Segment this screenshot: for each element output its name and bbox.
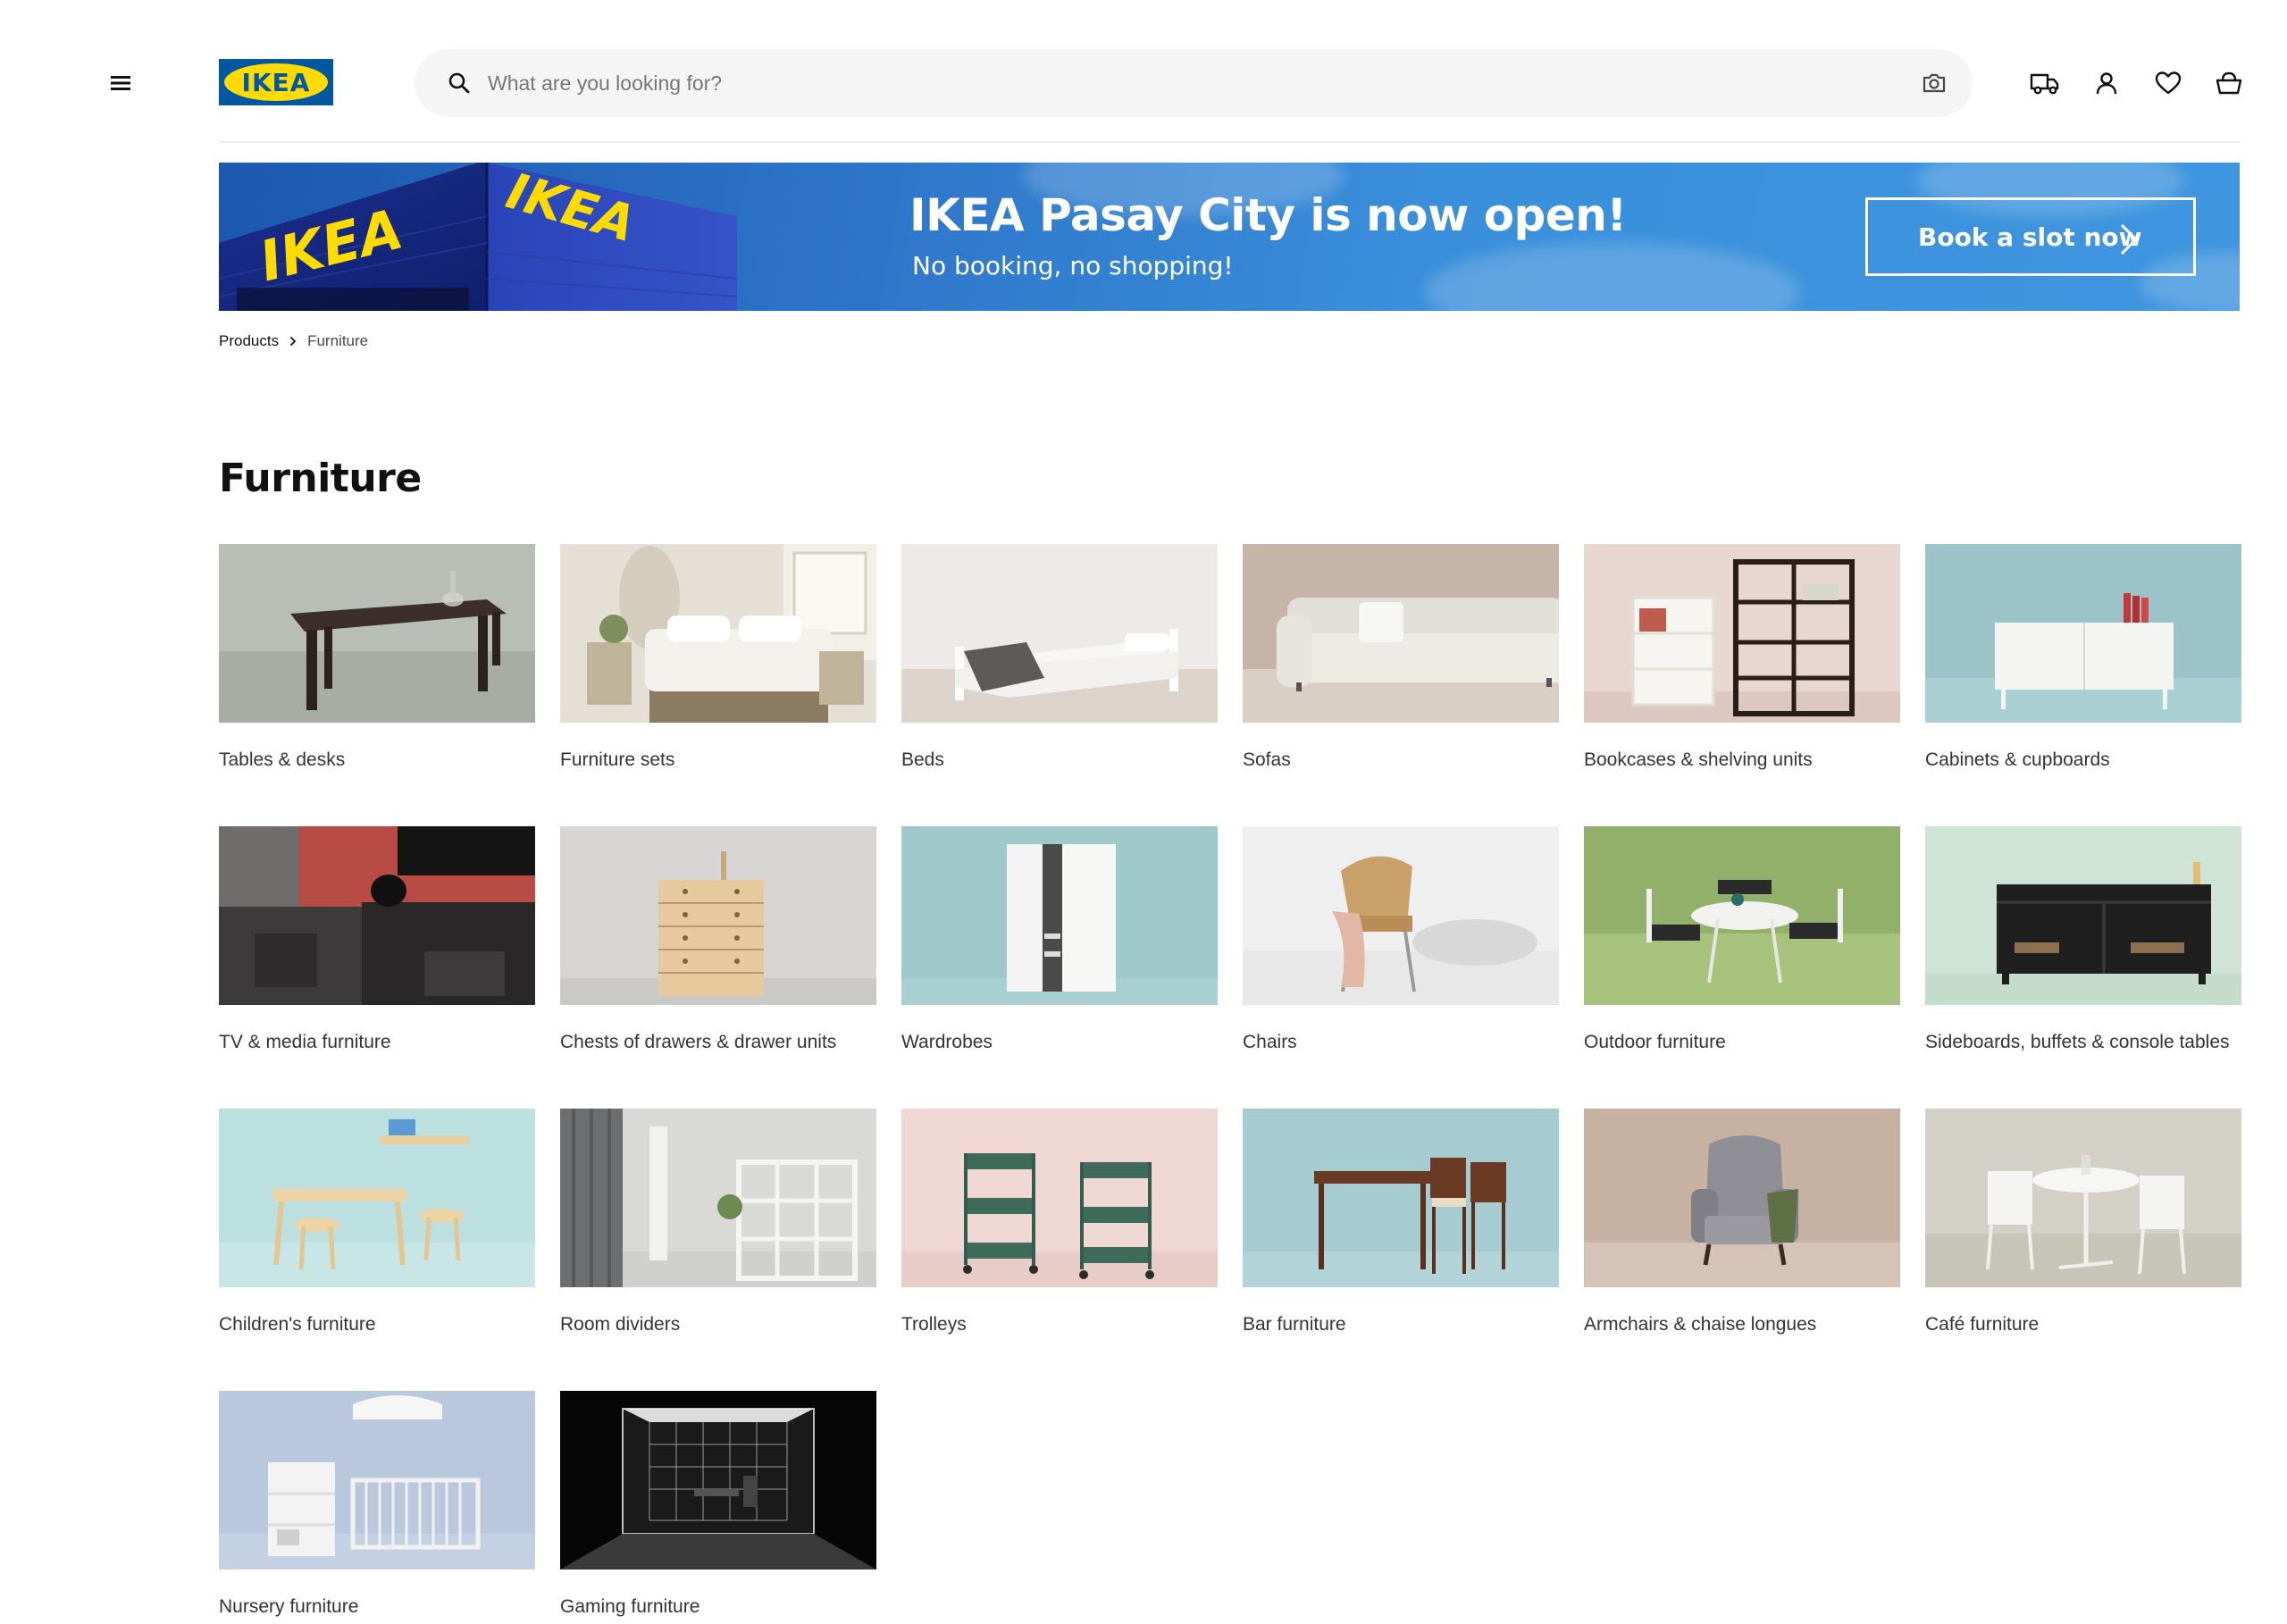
category-label: Children's furniture	[219, 1314, 376, 1335]
breadcrumb-furniture: Furniture	[307, 332, 369, 349]
search-icon[interactable]	[443, 67, 475, 99]
category-label: Room dividers	[560, 1314, 681, 1335]
book-slot-label: Book a slot now	[1918, 222, 2142, 252]
store-building-image: IKEA IKEA	[219, 163, 737, 311]
banner-title: IKEA Pasay City is now open!	[909, 189, 1627, 241]
category-label: Wardrobes	[901, 1032, 993, 1052]
ikea-logo[interactable]: IKEA	[219, 59, 333, 105]
basket-icon[interactable]	[2208, 63, 2249, 104]
user-icon[interactable]	[2086, 63, 2127, 104]
category-card-chairs[interactable]: Chairs	[1243, 826, 1559, 1109]
category-card-cafe[interactable]: Café furniture	[1925, 1109, 2241, 1391]
category-image	[1584, 826, 1900, 1005]
category-image	[1243, 826, 1559, 1005]
category-card-childrens[interactable]: Children's furniture	[219, 1109, 535, 1391]
camera-icon[interactable]	[1917, 66, 1951, 100]
logo-text: IKEA	[242, 68, 311, 97]
category-label: Armchairs & chaise longues	[1584, 1314, 1817, 1335]
category-card-gaming[interactable]: Gaming furniture	[560, 1391, 876, 1624]
category-image	[219, 1109, 535, 1287]
category-label: Nursery furniture	[219, 1596, 359, 1617]
category-label: Café furniture	[1925, 1314, 2040, 1335]
category-card-bar[interactable]: Bar furniture	[1243, 1109, 1559, 1391]
category-label: Trolleys	[901, 1314, 967, 1335]
category-image	[1243, 1109, 1559, 1287]
category-card-furniture-sets[interactable]: Furniture sets	[560, 544, 876, 826]
category-label: Outdoor furniture	[1584, 1032, 1726, 1052]
category-image	[560, 544, 876, 723]
category-label: Gaming furniture	[560, 1596, 700, 1617]
category-card-tables-desks[interactable]: Tables & desks	[219, 544, 535, 826]
category-card-sideboards[interactable]: Sideboards, buffets & console tables	[1925, 826, 2241, 1109]
category-image	[1925, 1109, 2241, 1287]
page-title: Furniture	[219, 456, 422, 501]
category-image	[560, 826, 876, 1005]
category-image	[1243, 544, 1559, 723]
category-card-tv-media[interactable]: TV & media furniture	[219, 826, 535, 1109]
menu-icon[interactable]	[100, 63, 141, 104]
category-grid: Tables & desks Furniture sets Beds Sofas…	[219, 544, 2241, 1624]
category-image	[901, 826, 1218, 1005]
category-card-cabinets[interactable]: Cabinets & cupboards	[1925, 544, 2241, 826]
category-image	[219, 544, 535, 723]
category-image	[560, 1109, 876, 1287]
banner-subtitle: No booking, no shopping!	[912, 251, 1234, 280]
category-label: Chairs	[1243, 1032, 1297, 1052]
chevron-right-icon	[2120, 223, 2139, 255]
category-label: Sofas	[1243, 749, 1291, 770]
category-label: Furniture sets	[560, 749, 675, 770]
category-card-outdoor[interactable]: Outdoor furniture	[1584, 826, 1900, 1109]
category-label: Cabinets & cupboards	[1925, 749, 2110, 770]
category-image	[1584, 1109, 1900, 1287]
category-card-beds[interactable]: Beds	[901, 544, 1218, 826]
category-label: Sideboards, buffets & console tables	[1925, 1032, 2230, 1052]
category-card-nursery[interactable]: Nursery furniture	[219, 1391, 535, 1624]
category-image	[1925, 826, 2241, 1005]
truck-icon[interactable]	[2024, 63, 2065, 104]
category-card-sofas[interactable]: Sofas	[1243, 544, 1559, 826]
heart-icon[interactable]	[2148, 63, 2189, 104]
category-label: Tables & desks	[219, 749, 346, 770]
category-image	[219, 1391, 535, 1570]
breadcrumb: Products Furniture	[219, 331, 368, 352]
category-card-room-dividers[interactable]: Room dividers	[560, 1109, 876, 1391]
category-image	[901, 544, 1218, 723]
category-image	[1584, 544, 1900, 723]
category-image	[901, 1109, 1218, 1287]
header-divider	[219, 141, 2240, 143]
breadcrumb-products[interactable]: Products	[219, 332, 279, 350]
search-input[interactable]	[488, 63, 1864, 103]
category-label: Bookcases & shelving units	[1584, 749, 1813, 770]
category-image	[219, 826, 535, 1005]
search-bar	[415, 49, 1973, 117]
promo-banner[interactable]: IKEA IKEA IKEA Pasay City is now open! N…	[219, 163, 2240, 311]
book-slot-button[interactable]: Book a slot now	[1865, 197, 2196, 276]
site-header: IKEA	[0, 0, 2287, 143]
category-card-trolleys[interactable]: Trolleys	[901, 1109, 1218, 1391]
category-card-wardrobes[interactable]: Wardrobes	[901, 826, 1218, 1109]
chevron-right-icon	[289, 336, 297, 347]
category-card-armchairs[interactable]: Armchairs & chaise longues	[1584, 1109, 1900, 1391]
category-label: Bar furniture	[1243, 1314, 1346, 1335]
category-label: Chests of drawers & drawer units	[560, 1032, 837, 1052]
category-image	[1925, 544, 2241, 723]
category-card-bookcases[interactable]: Bookcases & shelving units	[1584, 544, 1900, 826]
category-label: Beds	[901, 749, 944, 770]
category-image	[560, 1391, 876, 1570]
category-card-chests-drawers[interactable]: Chests of drawers & drawer units	[560, 826, 876, 1109]
category-label: TV & media furniture	[219, 1032, 391, 1052]
